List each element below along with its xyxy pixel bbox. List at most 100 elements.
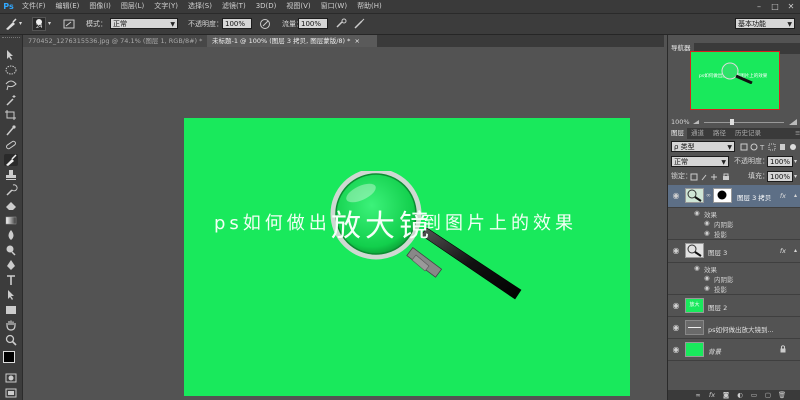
eyedropper-tool-icon[interactable] xyxy=(4,124,18,136)
layer-opacity-caret-icon[interactable]: ▾ xyxy=(794,155,797,168)
tab-document-1[interactable]: 770452_1276315536.jpg @ 74.1% (图层 1, RGB… xyxy=(23,35,212,47)
workspace-select[interactable]: 基本功能 ▼ xyxy=(735,18,795,29)
tab-channels[interactable]: 通道 xyxy=(688,128,707,139)
fill-field[interactable]: 100% xyxy=(767,171,793,182)
clone-stamp-tool-icon[interactable] xyxy=(4,169,18,181)
zoom-in-icon[interactable] xyxy=(788,118,798,127)
new-layer-icon[interactable]: ▢ xyxy=(762,390,774,400)
pressure-size-icon[interactable] xyxy=(352,17,366,31)
visibility-eye-icon[interactable]: ◉ xyxy=(671,345,681,355)
foreground-color-swatch[interactable] xyxy=(3,351,15,363)
lock-icons[interactable] xyxy=(690,173,734,181)
visibility-eye-icon[interactable]: ◉ xyxy=(671,246,681,256)
brush-tool-button[interactable] xyxy=(4,154,18,166)
menu-edit[interactable]: 编辑(E) xyxy=(51,0,85,13)
lasso-tool-icon[interactable] xyxy=(4,79,18,91)
eye-small-icon[interactable]: ◉ xyxy=(694,264,700,272)
preset-caret-icon[interactable]: ▾ xyxy=(19,14,22,34)
tab-layers[interactable]: 图层 xyxy=(668,128,687,139)
layer-row-2[interactable]: ◉ 放大 图层 2 xyxy=(668,295,800,317)
collapse-effects-icon[interactable]: ▴ xyxy=(794,247,797,254)
brush-size-picker[interactable]: 24 xyxy=(32,17,46,31)
folder-icon[interactable]: ▭ xyxy=(748,390,760,400)
navigator-zoom-handle[interactable] xyxy=(730,119,734,125)
layer-name[interactable]: 图层 3 xyxy=(708,247,727,257)
chain-link-icon[interactable]: ∞ xyxy=(706,192,711,199)
healing-brush-tool-icon[interactable] xyxy=(4,139,18,151)
screen-mode-icon[interactable] xyxy=(4,387,18,399)
link-icon[interactable]: ∞ xyxy=(692,390,704,400)
blur-tool-icon[interactable] xyxy=(4,229,18,241)
move-tool-icon[interactable] xyxy=(4,49,18,61)
menu-layer[interactable]: 图层(L) xyxy=(116,0,149,13)
effect-drop-shadow[interactable]: 投影 xyxy=(714,229,727,239)
pen-tool-icon[interactable] xyxy=(4,259,18,271)
marquee-tool-icon[interactable] xyxy=(4,64,18,76)
mode-select[interactable]: 正常 ▼ xyxy=(110,18,178,29)
menu-3d[interactable]: 3D(D) xyxy=(251,0,282,13)
mask-icon[interactable]: ◙ xyxy=(720,390,732,400)
pressure-opacity-icon[interactable] xyxy=(258,17,272,31)
menu-type[interactable]: 文字(Y) xyxy=(149,0,183,13)
zoom-out-icon[interactable] xyxy=(692,119,700,126)
layer-filter-select[interactable]: ρ 类型 ▼ xyxy=(671,141,735,152)
airbrush-icon[interactable] xyxy=(334,17,348,31)
visibility-eye-icon[interactable]: ◉ xyxy=(671,323,681,333)
layer-row-background[interactable]: ◉ 背景 xyxy=(668,339,800,361)
menu-image[interactable]: 图像(I) xyxy=(84,0,116,13)
history-brush-tool-icon[interactable] xyxy=(4,184,18,196)
eye-small-icon[interactable]: ◉ xyxy=(694,209,700,217)
brush-panel-icon[interactable] xyxy=(62,17,76,31)
brush-tool-preset-icon[interactable] xyxy=(4,17,18,31)
path-selection-tool-icon[interactable] xyxy=(4,289,18,301)
trash-icon[interactable]: 🗑 xyxy=(776,390,788,400)
layer-name[interactable]: 背景 xyxy=(708,346,721,356)
rectangle-tool-icon[interactable] xyxy=(4,304,18,316)
tab-paths[interactable]: 路径 xyxy=(710,128,729,139)
type-tool-icon[interactable] xyxy=(4,274,18,286)
layer-name[interactable]: 图层 3 拷贝 xyxy=(737,192,771,202)
effect-inner-shadow[interactable]: 内阴影 xyxy=(714,274,734,284)
eye-small-icon[interactable]: ◉ xyxy=(704,284,710,292)
zoom-tool-icon[interactable] xyxy=(4,334,18,346)
tab-document-2[interactable]: 未标题-1 @ 100% (图层 3 拷贝, 图层蒙版/8) * × xyxy=(207,35,377,47)
menu-file[interactable]: 文件(F) xyxy=(17,0,51,13)
filter-icons[interactable]: T xyxy=(740,143,798,151)
eye-small-icon[interactable]: ◉ xyxy=(704,274,710,282)
gradient-tool-icon[interactable] xyxy=(4,214,18,226)
collapse-effects-icon[interactable]: ▴ xyxy=(794,192,797,199)
fill-caret-icon[interactable]: ▾ xyxy=(794,170,797,183)
layer-fx-badge[interactable]: fx xyxy=(780,247,786,255)
maximize-icon[interactable]: □ xyxy=(768,0,782,13)
opacity-caret-icon[interactable]: ▾ xyxy=(246,14,249,34)
flow-caret-icon[interactable]: ▾ xyxy=(322,14,325,34)
visibility-eye-icon[interactable]: ◉ xyxy=(671,301,681,311)
blend-mode-select[interactable]: 正常 ▼ xyxy=(671,156,729,167)
tab-history[interactable]: 历史记录 xyxy=(732,128,764,139)
layer-mask-thumbnail[interactable] xyxy=(713,188,732,203)
minimize-icon[interactable]: – xyxy=(752,0,766,13)
crop-tool-icon[interactable] xyxy=(4,109,18,121)
quick-mask-icon[interactable] xyxy=(4,372,18,384)
layer-name[interactable]: ps如何做出放大镜到... xyxy=(708,324,774,334)
layer-row-copy[interactable]: ◉ ∞ 图层 3 拷贝 fx ▴ xyxy=(668,185,800,208)
navigator-zoom-slider[interactable] xyxy=(704,122,784,123)
layer-fx-badge[interactable]: fx xyxy=(780,192,786,200)
eye-small-icon[interactable]: ◉ xyxy=(704,229,710,237)
navigator-thumbnail[interactable]: ps如何做出放大镜到图片上的效果 xyxy=(690,51,780,110)
effect-inner-shadow[interactable]: 内阴影 xyxy=(714,219,734,229)
dodge-tool-icon[interactable] xyxy=(4,244,18,256)
close-icon[interactable]: ✕ xyxy=(784,0,798,13)
menu-view[interactable]: 视图(V) xyxy=(281,0,315,13)
eraser-tool-icon[interactable] xyxy=(4,199,18,211)
menu-window[interactable]: 窗口(W) xyxy=(316,0,352,13)
menu-help[interactable]: 帮助(H) xyxy=(352,0,387,13)
tab-close-icon[interactable]: × xyxy=(354,37,359,45)
effect-drop-shadow[interactable]: 投影 xyxy=(714,284,727,294)
layer-row-text[interactable]: ◉ ps如何做出放大镜到... xyxy=(668,317,800,339)
magic-wand-tool-icon[interactable] xyxy=(4,94,18,106)
menu-select[interactable]: 选择(S) xyxy=(183,0,217,13)
eye-small-icon[interactable]: ◉ xyxy=(704,219,710,227)
hand-tool-icon[interactable] xyxy=(4,319,18,331)
toolbar-grip[interactable] xyxy=(2,37,20,41)
